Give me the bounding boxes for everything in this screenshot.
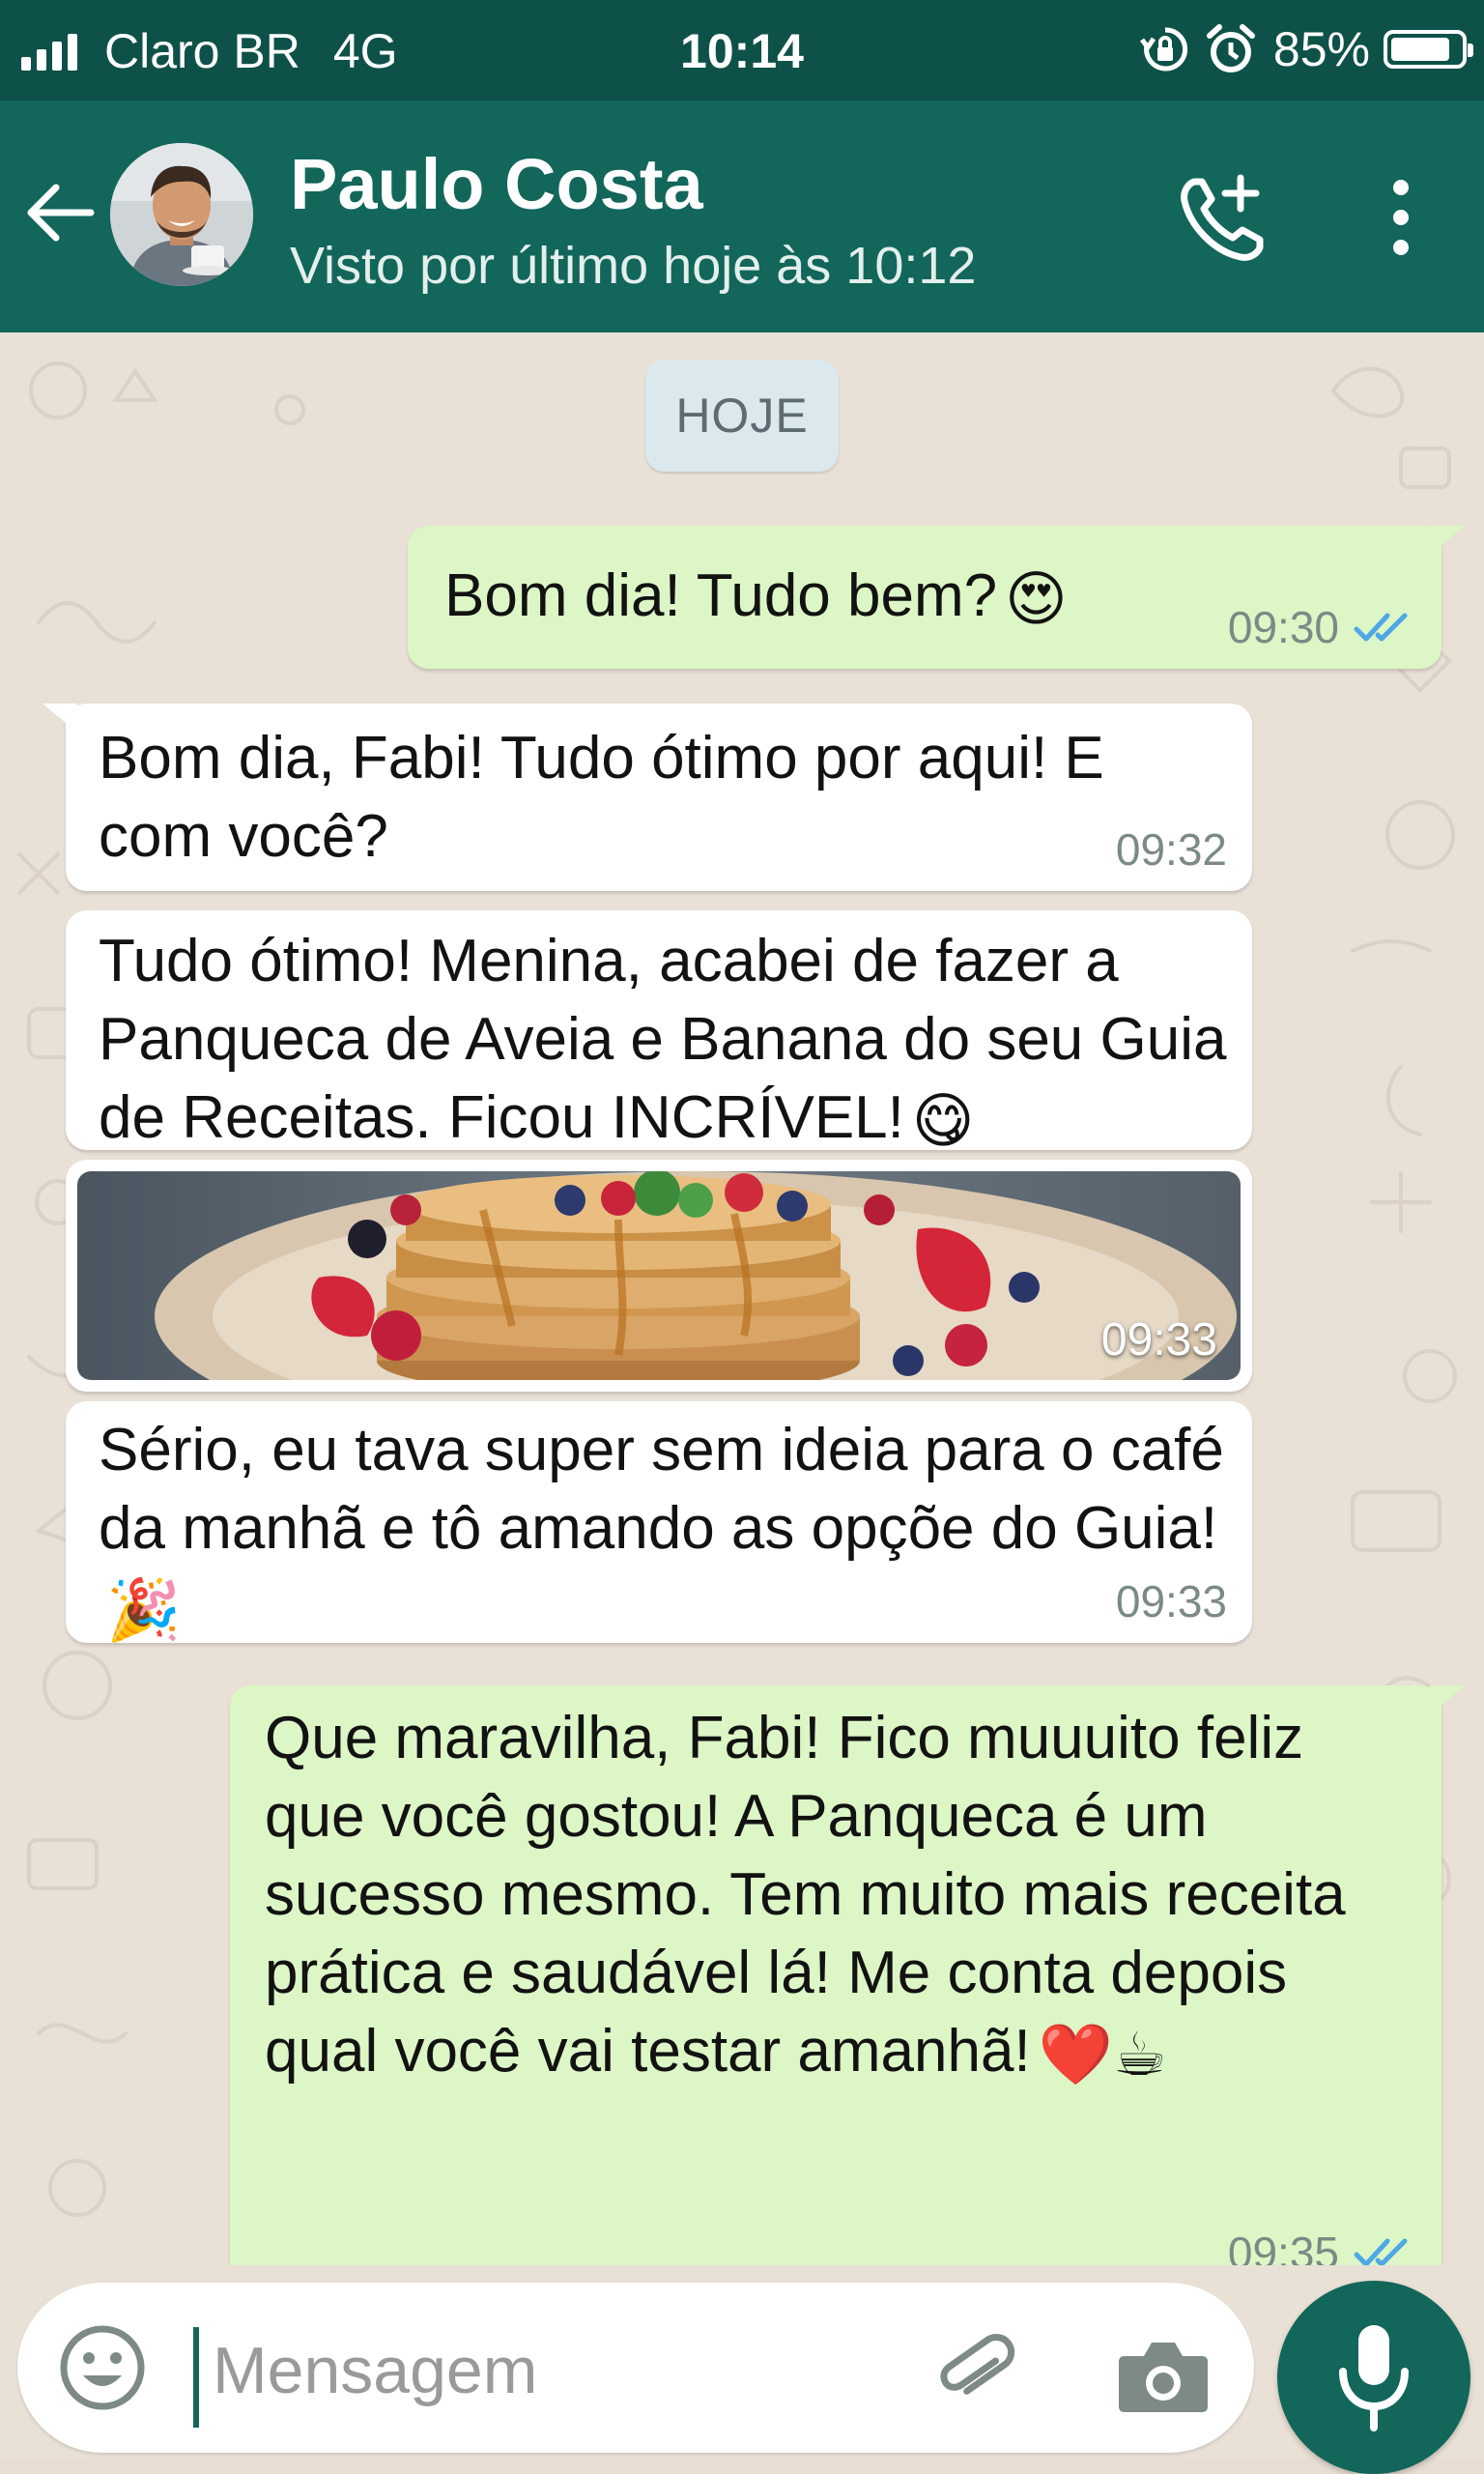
last-seen-status: Visto por último hoje às 10:12 [290,237,977,295]
emoji-yum: 😋 [911,1088,975,1156]
battery-icon [1384,30,1473,69]
rotation-lock-icon [1139,27,1187,72]
pancake-stack-photo[interactable]: 09:33 [77,1171,1241,1380]
message-time: 09:30 [1227,602,1339,652]
incoming-message[interactable]: Sério, eu tava super sem ideia para o ca… [66,1401,1252,1644]
battery-percent: 85% [1272,22,1370,76]
incoming-message[interactable]: Tudo ótimo! Menina, acabei de fazer a Pa… [66,910,1252,1155]
outgoing-message[interactable]: Que maravilha, Fabi! Fico muuuito feliz … [230,1685,1465,2265]
alarm-icon [1206,24,1255,72]
outgoing-message[interactable]: Bom dia! Tudo bem? 😍 09:30 [408,526,1465,669]
message-time: 09:32 [1115,824,1227,875]
back-arrow-icon[interactable] [23,176,97,249]
incoming-image-message[interactable]: 09:33 [66,1160,1252,1392]
message-text: Que maravilha, Fabi! Fico muuuito feliz … [265,1705,1346,2085]
emoji-party-popper: 🎉 [106,1577,182,1645]
chat-area[interactable]: HOJE Bom dia! Tudo bem? 😍 09:30 Bom dia, … [0,332,1484,2265]
message-time: 09:33 [1115,1576,1227,1626]
contact-name[interactable]: Paulo Costa [290,143,703,225]
read-ticks-icon [1354,2238,1408,2265]
microphone-icon [1339,2325,1409,2431]
status-bar: Claro BR 4G 10:14 85% [0,0,1484,101]
emoji-heart-eyes: 😍 [1005,566,1068,634]
microphone-button[interactable] [1277,2281,1470,2474]
message-text: Sério, eu tava super sem ideia para o ca… [99,1417,1224,1562]
bubble-tail [1430,1685,1465,1714]
message-time: 09:35 [1227,2228,1339,2265]
status-right: 85% [1139,21,1473,77]
date-divider: HOJE [645,360,839,472]
avatar[interactable] [110,143,253,286]
emoji-icon[interactable] [56,2321,149,2414]
message-input[interactable] [211,2321,871,2420]
battery-level [1391,38,1449,61]
message-composer [0,2265,1484,2474]
chat-header: Paulo Costa Visto por último hoje às 10:… [0,101,1484,332]
paperclip-icon[interactable] [933,2329,1022,2418]
incoming-message[interactable]: Bom dia, Fabi! Tudo ótimo por aqui! E co… [43,704,1252,891]
message-text: Bom dia, Fabi! Tudo ótimo por aqui! E co… [99,725,1104,870]
add-call-icon[interactable] [1175,170,1271,267]
message-text: Bom dia! Tudo bem? [444,562,998,629]
camera-icon[interactable] [1115,2333,1212,2416]
bubble-tail [43,704,77,733]
read-ticks-icon [1354,613,1408,642]
message-time: 09:33 [1100,1314,1217,1366]
more-vertical-icon[interactable] [1372,174,1430,261]
bubble-tail [1430,526,1465,555]
message-text: Tudo ótimo! Menina, acabei de fazer a Pa… [99,928,1227,1151]
text-caret [193,2327,199,2428]
emoji-heart-coffee: ❤️☕ [1038,2022,1167,2089]
message-input-box[interactable] [17,2283,1254,2453]
